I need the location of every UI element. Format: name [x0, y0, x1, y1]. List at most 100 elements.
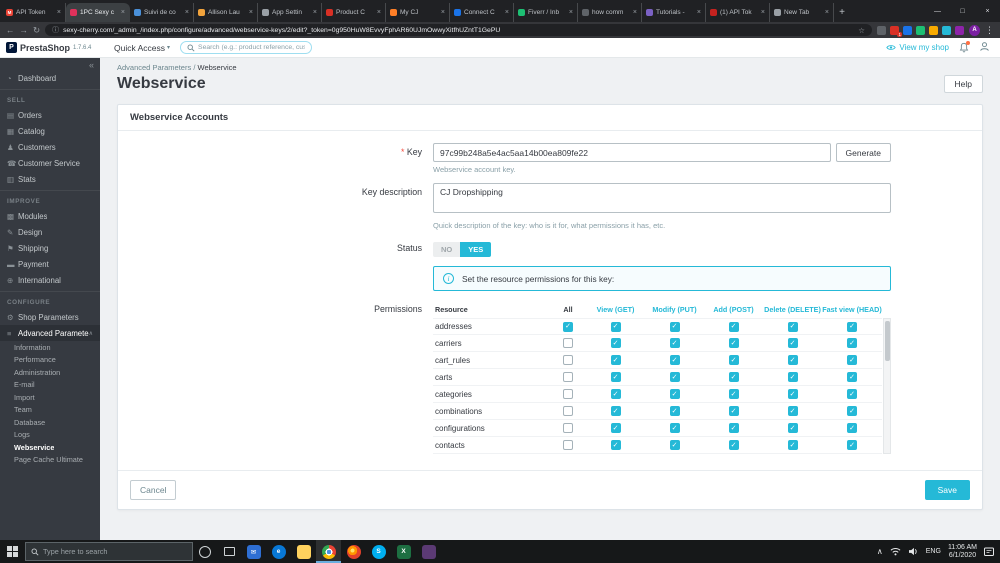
sidebar-item[interactable]: Import — [0, 391, 100, 404]
extension-icon[interactable] — [903, 25, 912, 35]
generate-button[interactable]: Generate — [835, 143, 891, 162]
cancel-button[interactable]: Cancel — [130, 480, 177, 500]
browser-tab[interactable]: Fiverr / Inb × — [514, 3, 578, 22]
tab-close-icon[interactable]: × — [569, 9, 573, 16]
browser-tab[interactable]: 1PC Sexy c × — [66, 3, 130, 22]
taskbar-app[interactable] — [291, 540, 316, 563]
sidebar-item[interactable]: Information — [0, 341, 100, 354]
cortana-button[interactable] — [193, 540, 217, 563]
sidebar-item[interactable]: Team — [0, 404, 100, 417]
help-button[interactable]: Help — [943, 75, 983, 93]
checkbox-delete[interactable] — [787, 355, 798, 365]
checkbox-delete[interactable] — [787, 372, 798, 382]
checkbox-delete[interactable] — [787, 389, 798, 399]
url-text[interactable]: sexy-cherry.com/_admin_/index.php/config… — [63, 27, 854, 34]
checkbox-view-get[interactable] — [610, 372, 621, 382]
sidebar-item[interactable]: ⊕ International — [0, 272, 100, 288]
checkbox-all[interactable] — [563, 406, 573, 416]
taskbar-app[interactable] — [416, 540, 441, 563]
admin-search-box[interactable] — [180, 41, 313, 54]
sidebar-item[interactable]: ▥ Stats — [0, 171, 100, 187]
status-yes-button[interactable]: YES — [460, 242, 492, 257]
browser-tab[interactable]: Allison Lau × — [194, 3, 258, 22]
checkbox-add-post[interactable] — [728, 440, 739, 450]
checkbox-fastview-head[interactable] — [847, 355, 857, 365]
quick-access-dropdown[interactable]: Quick Access ▾ — [114, 43, 170, 53]
start-button[interactable] — [0, 540, 25, 563]
taskbar-app[interactable]: e — [266, 540, 291, 563]
checkbox-delete[interactable] — [787, 423, 798, 433]
checkbox-add-post[interactable] — [728, 338, 739, 348]
profile-avatar[interactable]: A — [969, 24, 980, 36]
view-my-shop-link[interactable]: View my shop — [886, 43, 949, 52]
checkbox-add-post[interactable] — [728, 372, 739, 382]
sidebar-item[interactable]: ♟ Customers — [0, 139, 100, 155]
checkbox-view-get[interactable] — [610, 321, 621, 332]
tab-close-icon[interactable]: × — [441, 9, 445, 16]
checkbox-modify-put[interactable] — [669, 389, 680, 399]
tray-chevron-icon[interactable]: ∧ — [877, 547, 883, 556]
forward-icon[interactable]: → — [20, 26, 29, 35]
checkbox-view-get[interactable] — [610, 406, 621, 416]
taskbar-clock[interactable]: 11:06 AM 6/1/2020 — [948, 544, 977, 560]
checkbox-view-get[interactable] — [610, 389, 621, 399]
checkbox-fastview-head[interactable] — [847, 423, 857, 433]
tab-close-icon[interactable]: × — [633, 9, 637, 16]
sidebar-collapse-icon[interactable]: « — [0, 58, 100, 70]
sidebar-item[interactable]: Webservice — [0, 441, 100, 454]
status-no-button[interactable]: NO — [433, 242, 461, 257]
address-bar[interactable]: ⓘ sexy-cherry.com/_admin_/index.php/conf… — [45, 24, 872, 36]
tab-close-icon[interactable]: × — [249, 9, 253, 16]
description-textarea[interactable]: CJ Dropshipping — [433, 183, 891, 213]
taskbar-app[interactable]: S — [366, 540, 391, 563]
tab-close-icon[interactable]: × — [697, 9, 701, 16]
sidebar-item[interactable]: CONFIGURE — [0, 291, 100, 309]
checkbox-modify-put[interactable] — [669, 338, 680, 348]
tab-close-icon[interactable]: × — [761, 9, 765, 16]
browser-tab[interactable]: Product C × — [322, 3, 386, 22]
scrollbar-thumb[interactable] — [884, 321, 890, 361]
browser-tab[interactable]: Connect C × — [450, 3, 514, 22]
wifi-icon[interactable] — [890, 547, 901, 556]
tab-close-icon[interactable]: × — [185, 9, 189, 16]
speaker-icon[interactable] — [908, 547, 919, 556]
sidebar-item[interactable]: Logs — [0, 429, 100, 442]
checkbox-fastview-head[interactable] — [847, 389, 857, 399]
checkbox-all[interactable] — [563, 355, 573, 365]
checkbox-add-post[interactable] — [728, 321, 739, 332]
tab-close-icon[interactable]: × — [121, 9, 125, 16]
reload-icon[interactable]: ↻ — [33, 26, 40, 35]
breadcrumb-section[interactable]: Advanced Parameters — [117, 63, 191, 72]
taskbar-search-input[interactable] — [43, 547, 187, 556]
extension-icon[interactable]: 1 — [890, 25, 902, 37]
extension-icon[interactable] — [916, 25, 925, 35]
sidebar-item[interactable]: ⚙ Shop Parameters — [0, 309, 100, 325]
checkbox-all[interactable] — [563, 423, 573, 433]
admin-search-input[interactable] — [198, 44, 306, 51]
sidebar-item[interactable]: Page Cache Ultimate — [0, 454, 100, 467]
taskbar-app[interactable]: ✉ — [241, 540, 266, 563]
checkbox-modify-put[interactable] — [669, 440, 680, 450]
tab-close-icon[interactable]: × — [377, 9, 381, 16]
checkbox-fastview-head[interactable] — [847, 406, 857, 416]
checkbox-all[interactable] — [563, 372, 573, 382]
taskbar-app[interactable] — [316, 540, 341, 563]
sidebar-item[interactable]: ⚑ Shipping — [0, 240, 100, 256]
account-button[interactable] — [979, 39, 990, 57]
checkbox-modify-put[interactable] — [669, 423, 680, 433]
tab-close-icon[interactable]: × — [57, 9, 61, 16]
new-tab-button[interactable]: + — [834, 3, 850, 22]
checkbox-modify-put[interactable] — [669, 321, 680, 332]
sidebar-item[interactable]: ▬ Payment — [0, 256, 100, 272]
extension-icon[interactable] — [955, 25, 964, 35]
window-close-button[interactable]: × — [975, 0, 1000, 22]
checkbox-delete[interactable] — [787, 406, 798, 416]
browser-tab[interactable]: New Tab × — [770, 3, 834, 22]
window-maximize-button[interactable]: □ — [950, 0, 975, 22]
browser-tab[interactable]: (1) API Tok × — [706, 3, 770, 22]
checkbox-modify-put[interactable] — [669, 355, 680, 365]
checkbox-view-get[interactable] — [610, 338, 621, 348]
tab-close-icon[interactable]: × — [505, 9, 509, 16]
sidebar-item[interactable]: ✎ Design — [0, 224, 100, 240]
browser-tab[interactable]: how comm × — [578, 3, 642, 22]
